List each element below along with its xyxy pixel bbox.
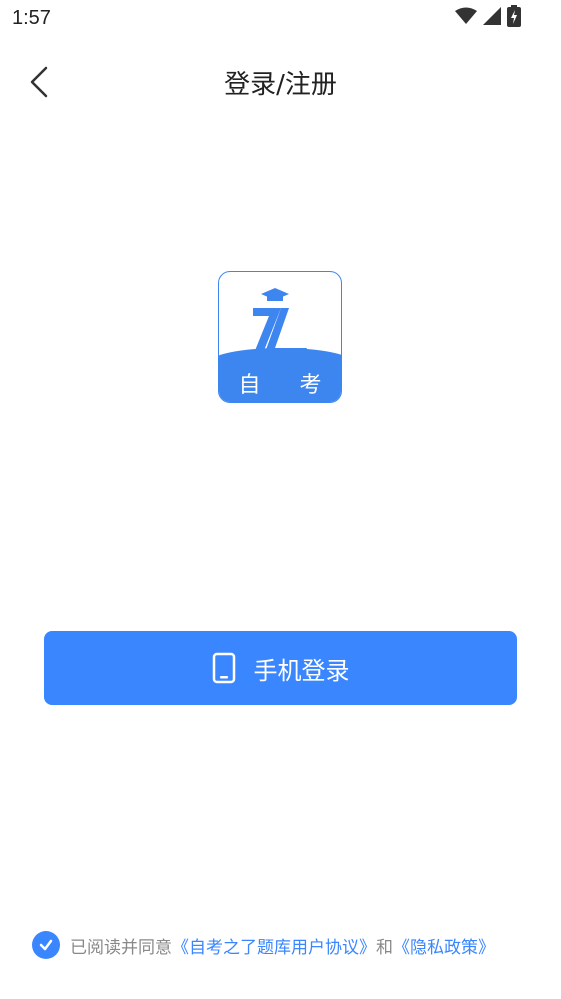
terms-link[interactable]: 《自考之了题库用户协议》 [172,933,376,958]
agreement-row: 已阅读并同意 《自考之了题库用户协议》 和 《隐私政策》 [32,930,495,960]
signal-icon [483,7,501,29]
logo-label: 自 考 [238,373,338,398]
title-bar: 登录/注册 [0,52,561,112]
battery-charging-icon [507,5,521,31]
phone-login-label: 手机登录 [253,656,350,685]
phone-icon [212,652,235,684]
app-logo: 自 考 [218,271,342,403]
agreement-prefix: 已阅读并同意 [70,937,172,958]
page-title: 登录/注册 [224,70,337,100]
agreement-checkbox[interactable] [32,931,60,959]
status-bar: 1:57 [0,0,561,40]
agreement-and: 和 [376,937,393,958]
check-icon [39,939,53,951]
phone-login-button[interactable]: 手机登录 [44,631,517,705]
status-icons [455,5,521,31]
privacy-link[interactable]: 《隐私政策》 [393,933,495,958]
wifi-icon [455,7,477,29]
status-time: 1:57 [12,7,51,29]
